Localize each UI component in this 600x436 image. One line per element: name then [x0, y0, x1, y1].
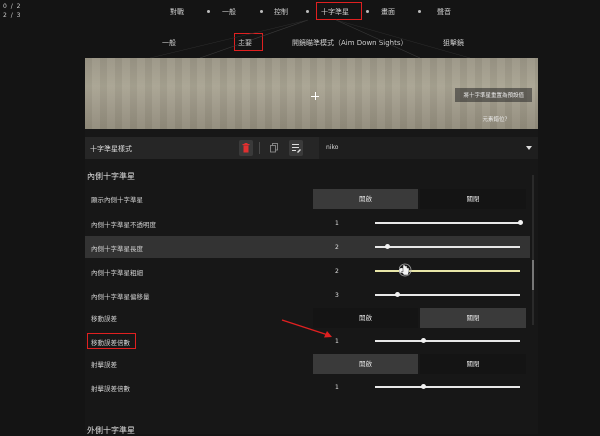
slider-knob[interactable]	[420, 338, 426, 343]
slider-knob[interactable]	[394, 292, 400, 297]
setting-label: 內側十字準星偏移量	[91, 293, 150, 301]
chevron-down-icon	[526, 146, 532, 150]
setting-value: 3	[335, 292, 339, 299]
setting-value: 2	[335, 244, 339, 251]
toolbar-divider	[259, 142, 260, 154]
setting-row-inner-opacity: 內側十字準星不透明度 1	[85, 212, 530, 234]
slider-track[interactable]	[375, 292, 520, 297]
profile-select[interactable]: niko	[319, 137, 538, 159]
profile-label: 十字準星樣式	[90, 145, 132, 153]
section-title-outer: 外側十字準星	[87, 426, 135, 435]
reset-crosshair-button[interactable]: 將十字準星重置為預設值	[455, 88, 532, 102]
setting-label: 射擊誤差倍數	[91, 385, 130, 393]
toggle-off-button[interactable]: 關閉	[420, 189, 526, 209]
toggle-off-button[interactable]: 關閉	[420, 308, 526, 328]
section-title-inner: 內側十字準星	[87, 172, 135, 181]
toggle-off-button[interactable]: 關閉	[420, 354, 526, 374]
list-edit-icon	[291, 144, 301, 153]
slider-knob[interactable]	[420, 384, 426, 389]
slider-knob[interactable]	[518, 220, 523, 225]
setting-label: 內側十字準星粗細	[91, 269, 143, 277]
slider-track[interactable]	[375, 384, 520, 389]
crosshair-icon	[311, 92, 319, 100]
setting-label: 射擊誤差	[91, 361, 117, 369]
copy-profile-button[interactable]	[267, 140, 281, 156]
setting-row-inner-length: 內側十字準星長度 2	[85, 236, 530, 258]
trash-icon	[242, 143, 250, 153]
edit-profile-button[interactable]	[289, 140, 303, 156]
setting-value: 1	[335, 384, 339, 391]
annotation-arrow-icon	[281, 319, 332, 338]
highlight-box-movement-error-multiplier	[87, 333, 136, 349]
setting-row-inner-offset: 內側十字準星偏移量 3	[85, 284, 530, 306]
setting-row-firing-error-multiplier: 射擊誤差倍數 1	[85, 376, 530, 398]
slider-track[interactable]	[375, 268, 520, 273]
profile-select-value: niko	[326, 144, 339, 151]
hand-cursor-icon	[399, 263, 412, 277]
slider-knob[interactable]	[384, 244, 390, 249]
setting-value: 2	[335, 268, 339, 275]
scrollbar[interactable]	[532, 175, 534, 325]
setting-label: 內側十字準星不透明度	[91, 221, 156, 229]
crosshair-preview: 將十字準星重置為預設值 元素錯位？	[85, 58, 538, 129]
setting-row-inner-thickness: 內側十字準星粗細 2	[85, 260, 530, 282]
scrollbar-thumb[interactable]	[532, 260, 534, 290]
misaligned-link[interactable]: 元素錯位？	[482, 115, 510, 123]
slider-track[interactable]	[375, 338, 520, 343]
setting-row-show-inner: 顯示內側十字準星 開啟 關閉	[85, 187, 530, 209]
setting-value: 1	[335, 220, 339, 227]
slider-track[interactable]	[375, 244, 520, 249]
copy-icon	[270, 143, 278, 153]
setting-label: 顯示內側十字準星	[91, 196, 143, 204]
toggle-on-button[interactable]: 開啟	[313, 189, 418, 209]
slider-track[interactable]	[375, 220, 523, 225]
toggle-on-button[interactable]: 開啟	[313, 354, 418, 374]
profile-bar: 十字準星樣式 niko	[85, 137, 538, 159]
delete-profile-button[interactable]	[239, 140, 253, 156]
setting-label: 內側十字準星長度	[91, 245, 143, 253]
setting-label: 移動誤差	[91, 315, 117, 323]
setting-row-firing-error: 射擊誤差 開啟 關閉	[85, 352, 530, 374]
